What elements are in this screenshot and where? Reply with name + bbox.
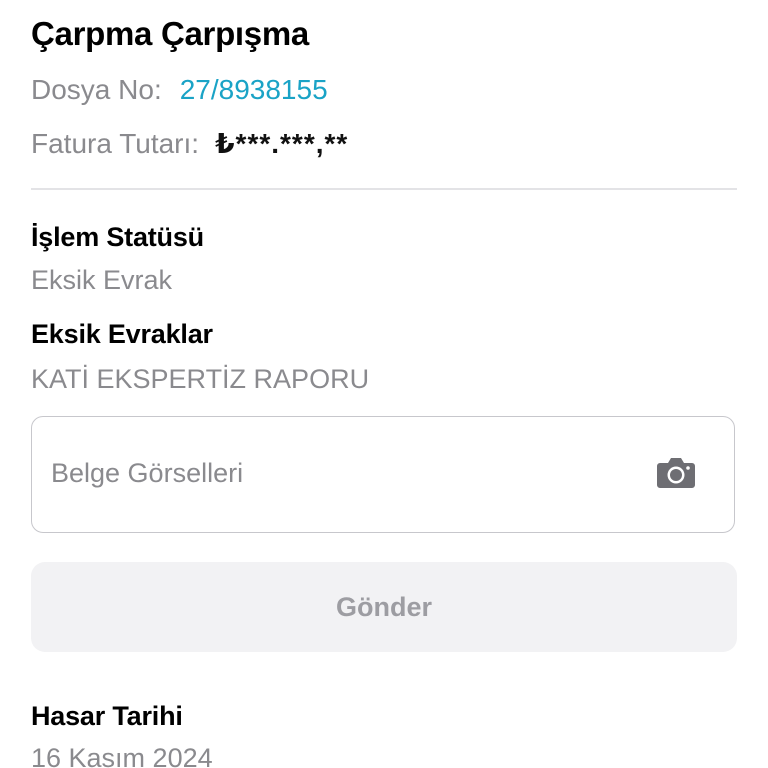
damage-date-value: 16 Kasım 2024 — [31, 743, 213, 768]
invoice-amount-row: Fatura Tutarı: ₺***.***,** — [31, 126, 348, 162]
invoice-amount-label: Fatura Tutarı: — [31, 128, 200, 159]
file-number-value[interactable]: 27/8938155 — [180, 74, 328, 105]
upload-placeholder: Belge Görselleri — [51, 458, 244, 488]
missing-docs-value: KATİ EKSPERTİZ RAPORU — [31, 364, 370, 394]
file-number-label: Dosya No: — [31, 74, 162, 105]
status-title: İşlem Statüsü — [31, 222, 204, 252]
missing-docs-title: Eksik Evraklar — [31, 319, 213, 349]
send-button[interactable]: Gönder — [31, 562, 737, 652]
camera-icon[interactable] — [656, 455, 696, 489]
send-button-label: Gönder — [335, 592, 432, 622]
document-images-upload-field[interactable]: Belge Görselleri — [31, 416, 735, 533]
claim-detail-page: Çarpma Çarpışma Dosya No: 27/8938155 Fatu… — [0, 0, 768, 768]
file-number-row: Dosya No: 27/8938155 — [31, 72, 328, 108]
page-title: Çarpma Çarpışma — [31, 15, 309, 52]
section-divider — [31, 188, 737, 190]
damage-date-title: Hasar Tarihi — [31, 701, 183, 731]
invoice-amount-value: ₺***.***,** — [215, 128, 349, 159]
status-value: Eksik Evrak — [31, 265, 173, 295]
